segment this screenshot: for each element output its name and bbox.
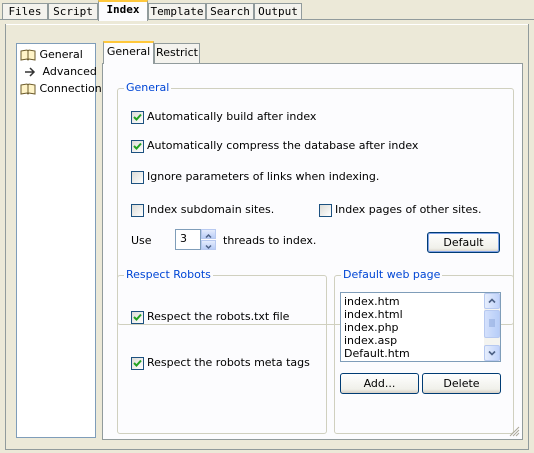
tree-item-label: General xyxy=(39,48,83,61)
general-settings-panel: General Automatically build after index … xyxy=(102,63,523,440)
tab-general[interactable]: General xyxy=(103,41,154,64)
stepper-down-button[interactable] xyxy=(201,240,216,250)
ignore-params-label: Ignore parameters of links when indexing… xyxy=(147,170,380,183)
use-label: Use xyxy=(131,234,152,247)
auto-compress-label: Automatically compress the database afte… xyxy=(147,139,419,152)
robots-meta-label: Respect the robots meta tags xyxy=(147,356,310,369)
book-icon xyxy=(20,48,36,62)
tab-output[interactable]: Output xyxy=(254,3,302,19)
scroll-down-button[interactable] xyxy=(484,345,500,361)
tree-item-label: Connection xyxy=(39,82,102,95)
threads-label: threads to index. xyxy=(223,234,317,247)
panel-top-edge xyxy=(6,24,528,25)
default-pages-list[interactable]: index.htm index.html index.php index.asp… xyxy=(340,292,501,362)
ignore-params-checkbox[interactable] xyxy=(131,171,144,184)
caret-down-icon xyxy=(205,244,212,250)
tab-search[interactable]: Search xyxy=(206,3,254,19)
index-subdomain-checkbox[interactable] xyxy=(131,204,144,217)
list-item[interactable]: index.html xyxy=(344,308,403,321)
chevron-down-icon xyxy=(488,350,496,356)
group-title: Respect Robots xyxy=(124,268,213,282)
index-subdomain-label: Index subdomain sites. xyxy=(147,203,275,216)
resize-grip-icon[interactable] xyxy=(509,426,520,437)
threads-stepper[interactable] xyxy=(201,229,216,250)
list-item[interactable]: index.asp xyxy=(344,334,397,347)
tab-template[interactable]: Template xyxy=(148,3,206,19)
threads-value: 3 xyxy=(180,232,187,245)
tree-item-general[interactable]: General xyxy=(20,47,83,63)
index-other-sites-checkbox[interactable] xyxy=(319,204,332,217)
main-tab-strip: Files Script Index Template Search Outpu… xyxy=(0,0,534,21)
tree-item-label: Advanced xyxy=(42,65,97,78)
settings-tree[interactable]: General Advanced Connection xyxy=(16,43,102,438)
robots-txt-label: Respect the robots.txt file xyxy=(147,310,290,323)
index-other-sites-label: Index pages of other sites. xyxy=(335,203,482,216)
tab-index[interactable]: Index xyxy=(98,0,148,21)
chevron-up-icon xyxy=(488,298,496,304)
scroll-thumb[interactable] xyxy=(484,310,500,338)
delete-button[interactable]: Delete xyxy=(422,373,501,394)
tab-strip-divider xyxy=(0,19,534,20)
list-item[interactable]: index.php xyxy=(344,321,399,334)
group-title: General xyxy=(124,81,172,95)
scroll-up-button[interactable] xyxy=(484,293,500,309)
robots-txt-checkbox[interactable] xyxy=(131,311,144,324)
tab-script[interactable]: Script xyxy=(48,3,98,19)
list-item[interactable]: index.htm xyxy=(344,295,400,308)
tab-restrict[interactable]: Restrict xyxy=(154,43,200,63)
auto-build-checkbox[interactable] xyxy=(131,111,144,124)
default-web-page-group: Default web page index.htm index.html in… xyxy=(334,268,514,434)
tab-files[interactable]: Files xyxy=(2,3,48,19)
list-item[interactable]: Default.htm xyxy=(344,347,410,360)
robots-meta-checkbox[interactable] xyxy=(131,357,144,370)
auto-build-label: Automatically build after index xyxy=(147,110,317,123)
group-title: Default web page xyxy=(341,268,443,282)
tree-item-connection[interactable]: Connection xyxy=(20,81,102,97)
arrow-right-icon xyxy=(23,65,39,79)
book-icon xyxy=(20,82,36,96)
auto-compress-checkbox[interactable] xyxy=(131,140,144,153)
add-button[interactable]: Add... xyxy=(340,373,419,394)
grip-lines-icon xyxy=(489,319,495,327)
caret-up-icon xyxy=(205,233,212,239)
list-scrollbar[interactable] xyxy=(484,293,500,361)
stepper-up-button[interactable] xyxy=(201,229,216,239)
tree-item-advanced[interactable]: Advanced xyxy=(23,64,97,80)
threads-input[interactable]: 3 xyxy=(175,229,201,250)
respect-robots-group: Respect Robots Respect the robots.txt fi… xyxy=(117,268,327,434)
default-button[interactable]: Default xyxy=(427,232,500,253)
